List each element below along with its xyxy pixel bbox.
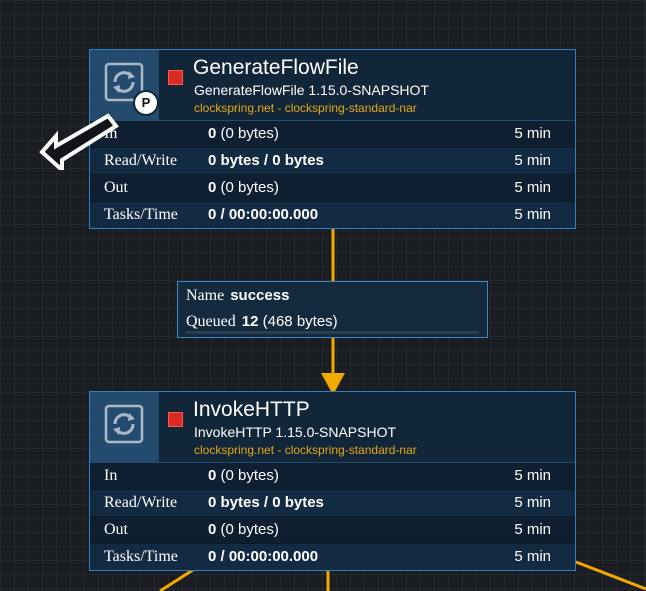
processor-type: InvokeHTTP 1.15.0-SNAPSHOT (194, 424, 397, 440)
stat-window: 5 min (514, 521, 551, 538)
processor-name: InvokeHTTP (193, 398, 310, 421)
stat-label: Read/Write (104, 494, 178, 511)
stat-row-in: In 0 (0 bytes) 5 min (90, 121, 575, 148)
stat-row-out: Out 0 (0 bytes) 5 min (90, 517, 575, 544)
connection-name-row: Name success (186, 287, 289, 305)
connection-line[interactable] (159, 566, 197, 591)
processor-bundle: clockspring.net - clockspring-standard-n… (194, 101, 417, 115)
stat-value: 0 bytes / 0 bytes (208, 494, 324, 511)
stat-label: Tasks/Time (104, 206, 178, 223)
processor-generateflowfile[interactable]: P GenerateFlowFile GenerateFlowFile 1.15… (89, 49, 576, 229)
processor-icon (104, 404, 144, 444)
stat-value: 0 (0 bytes) (208, 179, 279, 196)
primary-node-badge: P (133, 90, 159, 116)
pointer-cursor-icon (39, 113, 119, 170)
processor-type: GenerateFlowFile 1.15.0-SNAPSHOT (194, 82, 429, 98)
stopped-icon (168, 70, 183, 85)
processor-stats: In 0 (0 bytes) 5 min Read/Write 0 bytes … (90, 121, 575, 228)
stat-row-read-write: Read/Write 0 bytes / 0 bytes 5 min (90, 490, 575, 517)
stat-window: 5 min (514, 179, 551, 196)
stat-label: In (104, 467, 118, 484)
stat-row-out: Out 0 (0 bytes) 5 min (90, 175, 575, 202)
processor-invokehttp[interactable]: InvokeHTTP InvokeHTTP 1.15.0-SNAPSHOT cl… (89, 391, 576, 571)
connection-queued-count: 12 (241, 313, 259, 330)
stopped-icon (168, 412, 183, 427)
stat-row-tasks-time: Tasks/Time 0 / 00:00:00.000 5 min (90, 544, 575, 570)
processor-header: P GenerateFlowFile GenerateFlowFile 1.15… (90, 50, 575, 121)
stat-value: 0 / 00:00:00.000 (208, 548, 319, 565)
processor-icon-box (90, 392, 159, 462)
stat-label: Tasks/Time (104, 548, 178, 565)
processor-bundle: clockspring.net - clockspring-standard-n… (194, 443, 417, 457)
stat-value: 0 / 00:00:00.000 (208, 206, 319, 223)
connection-label[interactable]: Name success Queued 12 (468 bytes) (177, 281, 488, 338)
stat-row-tasks-time: Tasks/Time 0 / 00:00:00.000 5 min (90, 202, 575, 228)
stat-value: 0 (0 bytes) (208, 521, 279, 538)
connection-name-value: success (230, 287, 290, 304)
connection-queued-size: (468 bytes) (262, 313, 338, 330)
stat-label: Out (104, 521, 128, 538)
stat-window: 5 min (514, 206, 551, 223)
stat-window: 5 min (514, 152, 551, 169)
stat-window: 5 min (514, 125, 551, 142)
stat-window: 5 min (514, 494, 551, 511)
stat-value: 0 bytes / 0 bytes (208, 152, 324, 169)
processor-name: GenerateFlowFile (193, 56, 359, 79)
stat-label: Out (104, 179, 128, 196)
stat-row-read-write: Read/Write 0 bytes / 0 bytes 5 min (90, 148, 575, 175)
connection-queued-label: Queued (186, 313, 236, 330)
stat-value: 0 (0 bytes) (208, 125, 279, 142)
connection-name-label: Name (186, 287, 225, 304)
stat-row-in: In 0 (0 bytes) 5 min (90, 463, 575, 490)
stat-value: 0 (0 bytes) (208, 467, 279, 484)
processor-stats: In 0 (0 bytes) 5 min Read/Write 0 bytes … (90, 463, 575, 570)
connection-line[interactable] (575, 560, 646, 591)
connection-queued-row: Queued 12 (468 bytes) (186, 313, 338, 331)
stat-window: 5 min (514, 548, 551, 565)
stat-window: 5 min (514, 467, 551, 484)
queue-backpressure-bar (186, 331, 479, 334)
processor-header: InvokeHTTP InvokeHTTP 1.15.0-SNAPSHOT cl… (90, 392, 575, 463)
